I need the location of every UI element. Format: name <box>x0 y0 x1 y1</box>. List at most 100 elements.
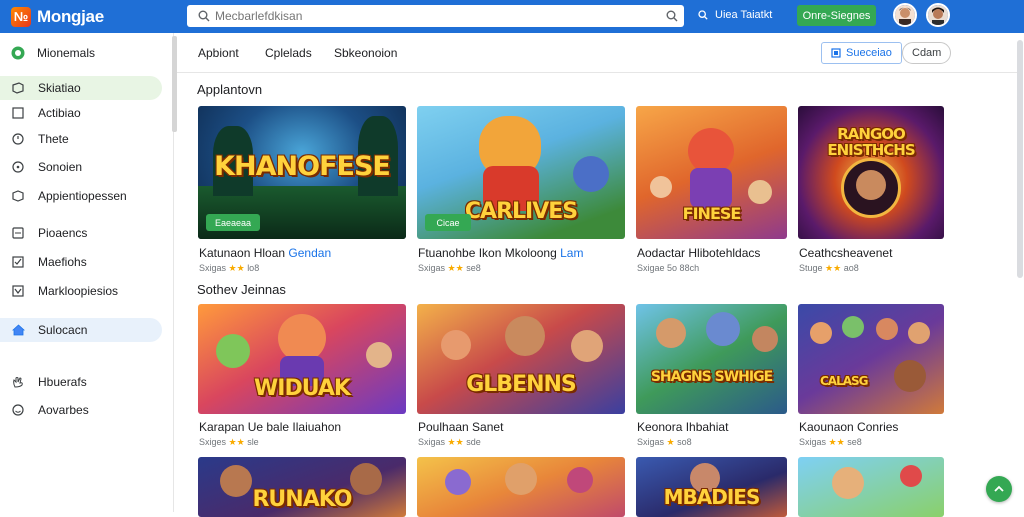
sidebar-item-matches[interactable]: Maefiohs <box>0 250 162 274</box>
filter-button-label: Sueceiao <box>846 47 892 59</box>
game-card[interactable]: KHANOFESE Eaeaeaa Katunaon Hloan Gendan … <box>198 106 406 276</box>
sidebar-item-label: Sonoien <box>38 160 83 174</box>
home-icon <box>11 323 25 337</box>
sidebar-item-label: Pioaencs <box>38 226 88 240</box>
game-card[interactable]: WIDUAK Karapan Ue bale Ilaiuahon Sxiges … <box>198 304 406 454</box>
game-meta: Sxigas ★★ se8 <box>799 437 862 447</box>
page-scrollbar[interactable] <box>1017 40 1023 278</box>
game-title-art: KHANOFESE <box>214 151 391 182</box>
game-card[interactable]: RUNAKO <box>198 457 406 517</box>
game-thumbnail[interactable]: KHANOFESE Eaeaeaa <box>198 106 406 239</box>
game-card[interactable]: CARLIVES Cicae Ftuanohbe Ikon Mkoloong L… <box>417 106 625 276</box>
sidebar-item-home[interactable]: Mionemals <box>0 41 162 65</box>
game-meta: Stuge ★★ ao8 <box>799 263 859 273</box>
search-icon <box>698 10 708 20</box>
game-name: Aodactar Hlibotehldacs <box>637 246 761 260</box>
sidebar-item-games[interactable]: Skiatiao <box>0 76 162 100</box>
sidebar-item-theme[interactable]: Thete <box>0 127 162 151</box>
sidebar-item-action[interactable]: Actibiao <box>0 101 162 125</box>
game-thumbnail[interactable]: MBADIES <box>636 457 787 517</box>
sidebar-item-label: Markloopiesios <box>38 284 119 298</box>
game-name: Katunaon Hloan Gendan <box>199 246 332 260</box>
search-bar[interactable] <box>187 5 684 27</box>
smile-icon <box>11 403 25 417</box>
game-title-art: CALASG <box>820 374 869 388</box>
sidebar-item-label: Appientiopessen <box>38 189 127 203</box>
logo[interactable]: № Mongjae <box>11 6 181 27</box>
content-tabs: Apbiont Cplelads Sbkeonoion Sueceiao Cda… <box>177 33 1023 73</box>
sidebar-item-session[interactable]: Sonoien <box>0 155 162 179</box>
sidebar-item-avatars[interactable]: Aovarbes <box>0 398 162 422</box>
sidebar-item-label: Sulocacn <box>38 323 88 337</box>
tab-uploads[interactable]: Cplelads <box>265 46 312 60</box>
sidebar-item-applications[interactable]: Appientiopessen <box>0 184 162 208</box>
play-badge[interactable]: Eaeaeaa <box>206 214 260 231</box>
sidebar-item-marketplace[interactable]: Markloopiesios <box>0 279 162 303</box>
tab-selection[interactable]: Sbkeonoion <box>334 46 397 60</box>
game-title-art: GLBENNS <box>466 372 577 397</box>
sidebar-item-places[interactable]: Pioaencs <box>0 221 162 245</box>
tab-apps[interactable]: Apbiont <box>198 46 239 60</box>
game-thumbnail[interactable]: RUNAKO <box>198 457 406 517</box>
game-thumbnail[interactable]: SHAGNS SWHIGE <box>636 304 787 414</box>
game-card[interactable]: MBADIES <box>636 457 787 517</box>
circle-icon <box>11 160 25 174</box>
game-meta: Sxigas ★★ se8 <box>418 263 481 273</box>
game-title-art: SHAGNS SWHIGE <box>650 369 773 385</box>
game-thumbnail[interactable]: RANGOO ENISTHCHS <box>798 106 944 239</box>
game-card[interactable]: FINESE Aodactar Hlibotehldacs Sxigae 5o … <box>636 106 787 276</box>
game-thumbnail[interactable] <box>417 457 625 517</box>
controller-icon <box>11 81 25 95</box>
filter-icon <box>831 48 841 58</box>
checkbox-icon <box>11 255 25 269</box>
section-title: Applantovn <box>197 82 263 97</box>
top-link[interactable]: Uiea Taiatkt <box>698 9 772 21</box>
file-icon <box>11 226 25 240</box>
game-card[interactable] <box>798 457 944 517</box>
logo-mark-icon: № <box>11 6 31 27</box>
sidebar-item-label: Actibiao <box>38 106 81 120</box>
sidebar-item-label: Thete <box>38 132 69 146</box>
chevron-up-icon <box>994 485 1004 492</box>
filter-button[interactable]: Sueceiao <box>821 42 902 64</box>
game-title-art: RANGOO ENISTHCHS <box>827 125 915 159</box>
game-card[interactable]: SHAGNS SWHIGE Keonora Ihbahiat Sxigas ★ … <box>636 304 787 454</box>
sidebar-item-label: Hbuerafs <box>38 375 87 389</box>
game-meta: Sxiges ★★ sle <box>199 437 259 447</box>
section-title: Sothev Jeinnas <box>197 282 286 297</box>
clock-icon <box>11 132 25 146</box>
clear-button[interactable]: Cdam <box>902 42 952 64</box>
avatar[interactable] <box>926 3 950 27</box>
game-thumbnail[interactable] <box>798 457 944 517</box>
game-meta: Sxigas ★ so8 <box>637 437 692 447</box>
game-name: Ftuanohbe Ikon Mkoloong Lam <box>418 246 584 260</box>
game-name: Kaounaon Conries <box>799 420 899 434</box>
floating-action-button[interactable] <box>986 476 1012 502</box>
game-meta: Sxigas ★★ sde <box>418 437 481 447</box>
search-input[interactable] <box>215 9 655 23</box>
game-thumbnail[interactable]: CALASG <box>798 304 944 414</box>
game-card[interactable] <box>417 457 625 517</box>
game-title-art: WIDUAK <box>254 376 351 401</box>
game-thumbnail[interactable]: WIDUAK <box>198 304 406 414</box>
avatar[interactable] <box>893 3 917 27</box>
signin-button[interactable]: Onre-Siegnes <box>797 5 876 26</box>
sidebar-item-label: Mionemals <box>37 46 96 60</box>
sidebar-item-selection[interactable]: Sulocacn <box>0 318 162 342</box>
game-card[interactable]: CALASG Kaounaon Conries Sxigas ★★ se8 <box>798 304 944 454</box>
play-badge[interactable]: Cicae <box>425 214 471 231</box>
game-thumbnail[interactable]: GLBENNS <box>417 304 625 414</box>
game-name: Keonora Ihbahiat <box>637 420 729 434</box>
search-submit-icon[interactable] <box>666 5 678 27</box>
game-meta: Sxigas ★★ lo8 <box>199 263 260 273</box>
game-thumbnail[interactable]: FINESE <box>636 106 787 239</box>
game-name: Ceathcsheavenet <box>799 246 893 260</box>
circle-check-icon <box>11 46 25 60</box>
sidebar-item-hobbies[interactable]: Hbuerafs <box>0 370 162 394</box>
search-icon <box>193 5 215 27</box>
game-thumbnail[interactable]: CARLIVES Cicae <box>417 106 625 239</box>
game-card[interactable]: GLBENNS Poulhaan Sanet Sxigas ★★ sde <box>417 304 625 454</box>
game-meta: Sxigae 5o 88ch <box>637 263 700 273</box>
game-card[interactable]: RANGOO ENISTHCHS Ceathcsheavenet Stuge ★… <box>798 106 944 276</box>
game-name: Karapan Ue bale Ilaiuahon <box>199 420 342 434</box>
